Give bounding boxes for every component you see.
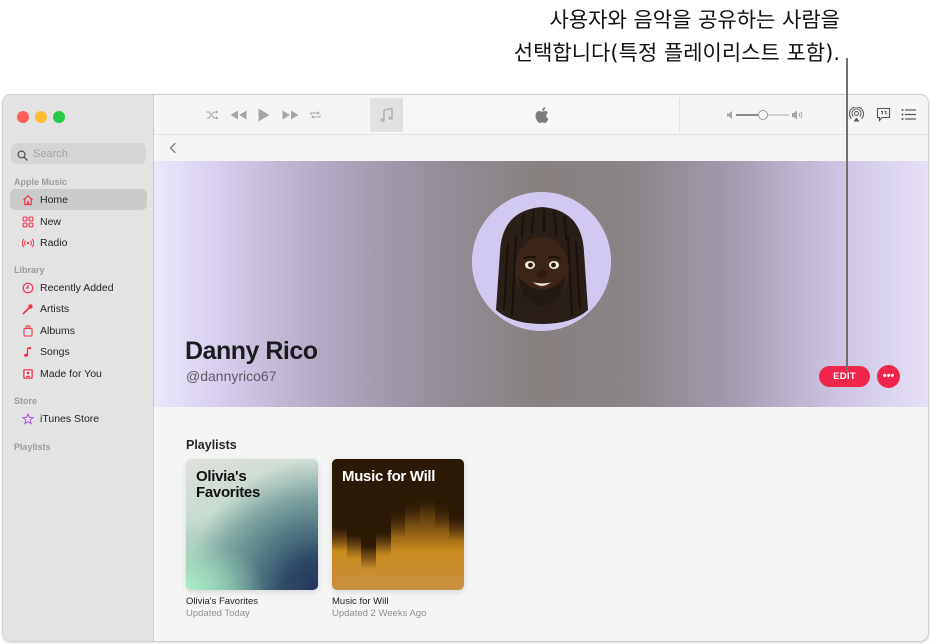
section-label-store: Store: [14, 396, 38, 406]
callout-line-2: 선택합니다(특정 플레이리스트 포함).: [513, 41, 840, 65]
window-controls: [17, 111, 65, 123]
sidebar-item-label: Radio: [40, 236, 68, 249]
callout-annotation: 사용자와 음악을 공유하는 사람을 선택합니다(특정 플레이리스트 포함).: [420, 4, 840, 70]
queue-list-icon[interactable]: [900, 106, 916, 122]
playlist-updated: Updated 2 Weeks Ago: [332, 608, 427, 619]
profile-handle: @dannyrico67: [186, 368, 277, 384]
rewind-icon[interactable]: [229, 107, 247, 123]
sidebar-item-home[interactable]: Home: [10, 189, 147, 210]
lyrics-icon[interactable]: [875, 106, 891, 122]
callout-line-1: 사용자와 음악을 공유하는 사람을: [549, 8, 840, 32]
sidebar-item-label: Home: [40, 193, 69, 206]
album-stack-icon: [21, 324, 34, 337]
navigation-bar: [154, 135, 928, 161]
shuffle-icon[interactable]: [205, 107, 219, 123]
playlist-name[interactable]: Olivia's Favorites: [186, 596, 318, 607]
volume-low-icon: [727, 111, 732, 119]
clock-icon: [21, 281, 34, 294]
volume-high-icon: [792, 110, 803, 120]
playlist-artwork[interactable]: Music for Will: [332, 459, 464, 590]
back-chevron-icon[interactable]: [166, 141, 180, 155]
playlists-heading: Playlists: [186, 438, 237, 452]
main-content: Danny Rico @dannyrico67 EDIT ••• Playlis…: [154, 95, 928, 641]
sidebar: Apple Music Home New Radio Library Recen…: [3, 95, 154, 641]
playlist-updated: Updated Today: [186, 608, 250, 619]
sidebar-item-artists[interactable]: Artists: [10, 298, 147, 319]
sidebar-item-label: Recently Added: [40, 281, 114, 294]
fast-forward-icon[interactable]: [281, 107, 299, 123]
playlist-artwork[interactable]: Olivia's Favorites: [186, 459, 318, 590]
section-label-library: Library: [14, 265, 45, 275]
house-icon: [21, 193, 34, 206]
volume-slider[interactable]: [727, 108, 805, 122]
playback-toolbar: [154, 95, 928, 135]
play-icon[interactable]: [257, 107, 271, 123]
edit-profile-button[interactable]: EDIT: [819, 366, 870, 387]
music-app-window: Apple Music Home New Radio Library Recen…: [2, 94, 929, 642]
sidebar-item-new[interactable]: New: [10, 211, 147, 232]
playlist-card[interactable]: Music for Will Music for Will Updated 2 …: [332, 459, 464, 619]
sidebar-item-albums[interactable]: Albums: [10, 320, 147, 341]
volume-knob[interactable]: [758, 110, 768, 120]
profile-name: Danny Rico: [185, 337, 318, 365]
search-input[interactable]: [33, 147, 133, 160]
apple-logo-icon: [534, 106, 552, 124]
profile-avatar[interactable]: [472, 192, 611, 331]
sidebar-item-made-for-you[interactable]: Made for You: [10, 363, 147, 384]
playlist-card[interactable]: Olivia's Favorites Olivia's Favorites Up…: [186, 459, 318, 619]
sidebar-search[interactable]: [11, 143, 146, 164]
playlist-artwork-title: Music for Will: [342, 468, 436, 485]
more-options-button[interactable]: •••: [877, 365, 900, 388]
minimize-window-button[interactable]: [35, 111, 47, 123]
sidebar-item-recently-added[interactable]: Recently Added: [10, 277, 147, 298]
search-icon: [17, 148, 28, 161]
grid-icon: [21, 215, 34, 228]
callout-pointer-line: [846, 58, 848, 371]
playlist-name[interactable]: Music for Will: [332, 596, 464, 607]
music-note-icon: [371, 98, 403, 132]
now-playing-display[interactable]: [370, 98, 680, 132]
sidebar-item-songs[interactable]: Songs: [10, 341, 147, 362]
star-icon: [21, 412, 34, 425]
sidebar-item-label: Albums: [40, 324, 76, 337]
airplay-icon[interactable]: [848, 106, 864, 122]
person-square-icon: [21, 367, 34, 380]
close-window-button[interactable]: [17, 111, 29, 123]
repeat-icon[interactable]: [309, 107, 321, 123]
section-label-playlists: Playlists: [14, 442, 51, 452]
sidebar-item-radio[interactable]: Radio: [10, 232, 147, 253]
microphone-icon: [21, 302, 34, 315]
zoom-window-button[interactable]: [53, 111, 65, 123]
profile-header: Danny Rico @dannyrico67 EDIT •••: [154, 161, 928, 407]
ellipsis-icon: •••: [882, 370, 895, 382]
sidebar-item-label: Made for You: [40, 367, 102, 380]
sidebar-item-label: New: [40, 215, 62, 228]
sidebar-item-label: Artists: [40, 302, 70, 315]
sidebar-item-label: Songs: [40, 345, 70, 358]
music-note-icon: [21, 345, 34, 358]
sidebar-item-label: iTunes Store: [40, 412, 100, 425]
sidebar-item-itunes-store[interactable]: iTunes Store: [10, 408, 147, 429]
playlist-artwork-title: Olivia's Favorites: [196, 468, 260, 501]
section-label-apple-music: Apple Music: [14, 177, 68, 187]
radio-waves-icon: [21, 236, 34, 249]
